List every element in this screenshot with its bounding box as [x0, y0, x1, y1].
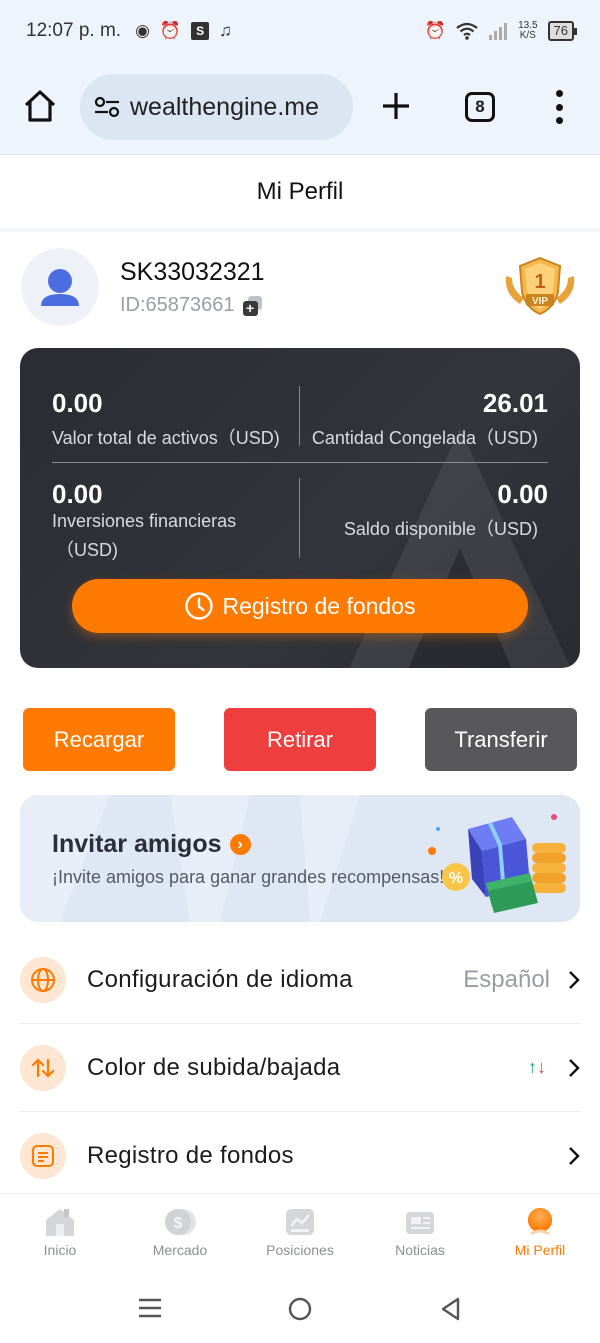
- home-icon: [46, 1209, 74, 1236]
- invite-subtitle: ¡Invite amigos para ganar grandes recomp…: [52, 867, 445, 887]
- fund-record-button[interactable]: Registro de fondos: [72, 579, 528, 633]
- dollar-icon: $: [165, 1209, 196, 1235]
- status-time: 12:07 p. m.: [26, 20, 122, 41]
- svg-text:%: %: [449, 870, 463, 887]
- battery-indicator: 76: [547, 21, 578, 41]
- tab-mi-perfil-label: Mi Perfil: [514, 1242, 566, 1258]
- invite-title-row: Invitar amigos ›: [52, 830, 251, 859]
- tab-inicio-label: Inicio: [43, 1242, 77, 1258]
- vip-badge-icon: 1 VIP: [505, 256, 575, 316]
- chevron-right-icon: [569, 970, 580, 989]
- alarm-status-icon: ⏰: [424, 21, 447, 40]
- profile-icon: [528, 1208, 552, 1236]
- tab-noticias[interactable]: Noticias: [360, 1194, 480, 1272]
- chart-icon: [286, 1209, 314, 1235]
- alarm-icon: ⏰: [159, 21, 182, 40]
- language-value: Español: [463, 965, 550, 993]
- user-id-row: ID:65873661: [120, 294, 263, 317]
- divider-horizontal: [52, 462, 548, 463]
- up-down-color-indicator-icon: ↑↓: [528, 1057, 546, 1077]
- browser-toolbar: wealthengine.me 8: [0, 62, 600, 154]
- asset-summary-card: 0.00 Valor total de activos（USD) 26.01 C…: [20, 348, 580, 668]
- total-assets-label: Valor total de activos（USD): [52, 428, 280, 448]
- status-bar: 12:07 p. m. ◉ ⏰ S ♫ ⏰ 13.5 K/S 76: [0, 0, 600, 62]
- tab-mercado-label: Mercado: [152, 1242, 208, 1258]
- divider-vertical: [299, 386, 300, 446]
- vip-level: 1: [534, 271, 545, 293]
- divider-vertical: [299, 478, 300, 558]
- new-tab-icon[interactable]: [381, 91, 411, 121]
- tab-mi-perfil[interactable]: Mi Perfil: [480, 1194, 600, 1272]
- user-icon: [41, 269, 79, 306]
- up-down-arrows-icon: [20, 1044, 66, 1091]
- up-down-color-label: Color de subida/bajada: [87, 1053, 341, 1081]
- recent-apps-icon[interactable]: [138, 1297, 162, 1319]
- investments-label: Inversiones financieras: [52, 511, 237, 531]
- messenger-icon: ◉: [135, 21, 150, 40]
- tiktok-icon: ♫: [219, 21, 232, 40]
- tab-switcher-button[interactable]: 8: [465, 92, 495, 122]
- home-icon[interactable]: [22, 88, 58, 124]
- invite-title: Invitar amigos: [52, 830, 222, 858]
- available-balance-value: 0.00: [497, 479, 548, 509]
- speed-unit: K/S: [519, 30, 536, 41]
- gift-money-icon: %: [428, 814, 566, 913]
- investments-label-unit: （USD): [56, 540, 118, 560]
- up-down-color-row[interactable]: Color de subida/bajada ↑↓: [20, 1024, 580, 1112]
- page-title: Mi Perfil: [0, 154, 600, 228]
- back-icon[interactable]: [440, 1297, 460, 1321]
- chevron-right-icon: [569, 1058, 580, 1077]
- system-navigation-bar: [0, 1271, 600, 1343]
- vip-text: VIP: [532, 296, 548, 307]
- investments-value: 0.00: [52, 479, 103, 509]
- wifi-icon: [456, 22, 478, 40]
- total-assets-value: 0.00: [52, 388, 103, 418]
- document-icon: [20, 1133, 66, 1179]
- tab-mercado[interactable]: $ Mercado: [120, 1194, 240, 1272]
- available-balance-label: Saldo disponible（USD): [343, 519, 538, 539]
- bottom-tab-bar: Inicio $ Mercado Posiciones Noticias Mi …: [0, 1193, 600, 1271]
- tab-inicio[interactable]: Inicio: [0, 1194, 120, 1272]
- user-id: ID:65873661: [120, 294, 235, 316]
- site-settings-icon[interactable]: [94, 96, 120, 118]
- home-nav-icon[interactable]: [288, 1297, 312, 1321]
- fund-record-label: Registro de fondos: [222, 592, 416, 619]
- url-text[interactable]: wealthengine.me: [130, 93, 319, 122]
- s-app-icon: S: [191, 22, 210, 40]
- frozen-amount-label: Cantidad Congelada（USD): [311, 428, 538, 448]
- browser-menu-icon[interactable]: [553, 90, 565, 124]
- signal-icon: [489, 23, 508, 40]
- frozen-amount-value: 26.01: [482, 388, 548, 418]
- network-speed: 13.5 K/S: [518, 21, 537, 41]
- svg-text:$: $: [174, 1215, 183, 1232]
- fund-record-row-label: Registro de fondos: [87, 1142, 294, 1169]
- tab-posiciones-label: Posiciones: [266, 1242, 334, 1258]
- language-settings-label: Configuración de idioma: [87, 965, 353, 993]
- address-bar[interactable]: wealthengine.me: [80, 74, 353, 140]
- copy-icon[interactable]: [242, 295, 263, 316]
- arrow-right-icon: ›: [229, 834, 251, 855]
- fund-record-row[interactable]: Registro de fondos: [20, 1112, 580, 1200]
- news-icon: [406, 1212, 434, 1234]
- clock-icon: [185, 592, 214, 620]
- username: SK33032321: [120, 258, 265, 286]
- invite-friends-banner[interactable]: Invitar amigos › ¡Invite amigos para gan…: [20, 795, 580, 922]
- transfer-button[interactable]: Transferir: [425, 708, 577, 771]
- recharge-button[interactable]: Recargar: [23, 708, 175, 771]
- chevron-right-icon: [569, 1147, 580, 1165]
- tab-noticias-label: Noticias: [395, 1242, 445, 1258]
- language-settings-row[interactable]: Configuración de idioma Español: [20, 936, 580, 1024]
- globe-icon: [20, 956, 66, 1003]
- avatar[interactable]: [21, 248, 99, 326]
- tab-posiciones[interactable]: Posiciones: [240, 1194, 360, 1272]
- withdraw-button[interactable]: Retirar: [224, 708, 376, 771]
